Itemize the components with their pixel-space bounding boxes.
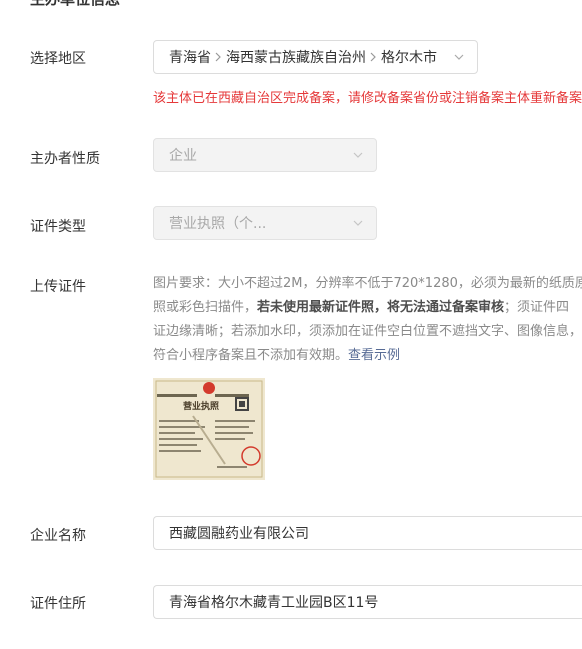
region-label: 选择地区 bbox=[30, 51, 86, 67]
region-province: 青海省 bbox=[169, 50, 211, 66]
cert-type-select: 营业执照（个... bbox=[153, 206, 377, 240]
upload-label: 上传证件 bbox=[30, 279, 86, 295]
company-name-value: 西藏圆融药业有限公司 bbox=[169, 526, 309, 542]
cert-type-value: 营业执照（个... bbox=[169, 216, 267, 232]
cert-address-value: 青海省格尔木藏青工业园B区11号 bbox=[169, 595, 379, 611]
chevron-down-icon bbox=[352, 217, 364, 229]
company-name-input[interactable]: 西藏圆融药业有限公司 bbox=[153, 516, 582, 550]
chevron-right-icon bbox=[369, 52, 377, 62]
organizer-type-value: 企业 bbox=[169, 148, 197, 164]
view-example-link[interactable]: 查看示例 bbox=[348, 348, 400, 363]
cert-address-input[interactable]: 青海省格尔木藏青工业园B区11号 bbox=[153, 585, 582, 619]
chevron-down-icon bbox=[352, 149, 364, 161]
cert-type-label: 证件类型 bbox=[30, 219, 86, 235]
requirement-line: 证边缘清晰；若添加水印，须添加在证件空白位置不遮挡文字、图像信息， bbox=[153, 324, 582, 339]
company-name-label: 企业名称 bbox=[30, 528, 86, 544]
region-city: 格尔木市 bbox=[381, 50, 437, 66]
cert-address-label: 证件住所 bbox=[30, 596, 86, 612]
organizer-type-label: 主办者性质 bbox=[30, 151, 100, 167]
region-select[interactable]: 青海省 海西蒙古族藏族自治州 格尔木市 bbox=[153, 40, 478, 74]
thumbnail-title: 营业执照 bbox=[183, 400, 219, 412]
uploaded-license-thumbnail[interactable]: 营业执照 bbox=[153, 378, 265, 480]
organizer-type-select: 企业 bbox=[153, 138, 377, 172]
requirement-warning: 若未使用最新证件照，将无法通过备案审核 bbox=[257, 300, 505, 315]
chevron-down-icon bbox=[453, 51, 465, 63]
region-path: 青海省 海西蒙古族藏族自治州 格尔木市 bbox=[169, 47, 445, 67]
chevron-right-icon bbox=[214, 52, 222, 62]
section-title: 主办单位信息 bbox=[30, 0, 120, 9]
region-prefecture: 海西蒙古族藏族自治州 bbox=[226, 50, 366, 66]
requirement-line: 照或彩色扫描件，若未使用最新证件照，将无法通过备案审核；须证件四 bbox=[153, 300, 570, 315]
registration-form: 主办单位信息 选择地区 青海省 海西蒙古族藏族自治州 格尔木市 该主体已在西藏自… bbox=[0, 0, 582, 649]
region-error-message: 该主体已在西藏自治区完成备案，请修改备案省份或注销备案主体重新备案 bbox=[153, 91, 582, 106]
requirement-line: 符合小程序备案且不添加有效期。查看示例 bbox=[153, 348, 401, 363]
requirement-line: 图片要求：大小不超过2M，分辨率不低于720*1280，必须为最新的纸质原件拍 bbox=[153, 276, 582, 291]
upload-requirements: 图片要求：大小不超过2M，分辨率不低于720*1280，必须为最新的纸质原件拍 … bbox=[153, 272, 582, 368]
